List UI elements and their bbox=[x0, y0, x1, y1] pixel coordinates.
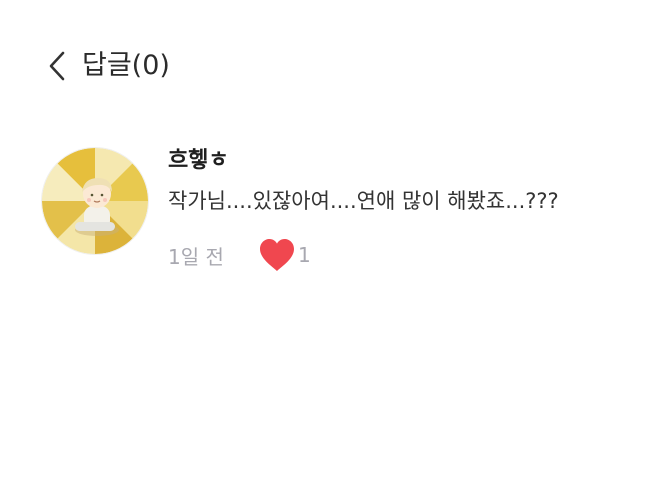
back-button[interactable] bbox=[48, 44, 74, 88]
avatar[interactable] bbox=[42, 148, 148, 254]
page-title: 답글(0) bbox=[82, 50, 170, 81]
profile-illustration bbox=[42, 148, 148, 254]
comment-text: 작가님....있잖아여....연애 많이 해봤죠...??? bbox=[168, 189, 559, 213]
timestamp: 1일 전 bbox=[168, 244, 224, 269]
chevron-left-icon bbox=[49, 51, 65, 81]
header-bar: 답글(0) bbox=[48, 44, 170, 88]
comment-meta: 1일 전 1 bbox=[168, 234, 638, 276]
comment-body: 흐헿ㅎ 작가님....있잖아여....연애 많이 해봤죠...??? 1일 전 … bbox=[168, 146, 638, 276]
heart-icon bbox=[260, 239, 294, 271]
username[interactable]: 흐헿ㅎ bbox=[168, 146, 638, 176]
like-count: 1 bbox=[298, 243, 311, 267]
comment-item: 흐헿ㅎ 작가님....있잖아여....연애 많이 해봤죠...??? 1일 전 … bbox=[42, 146, 642, 276]
like-button[interactable]: 1 bbox=[258, 237, 311, 273]
